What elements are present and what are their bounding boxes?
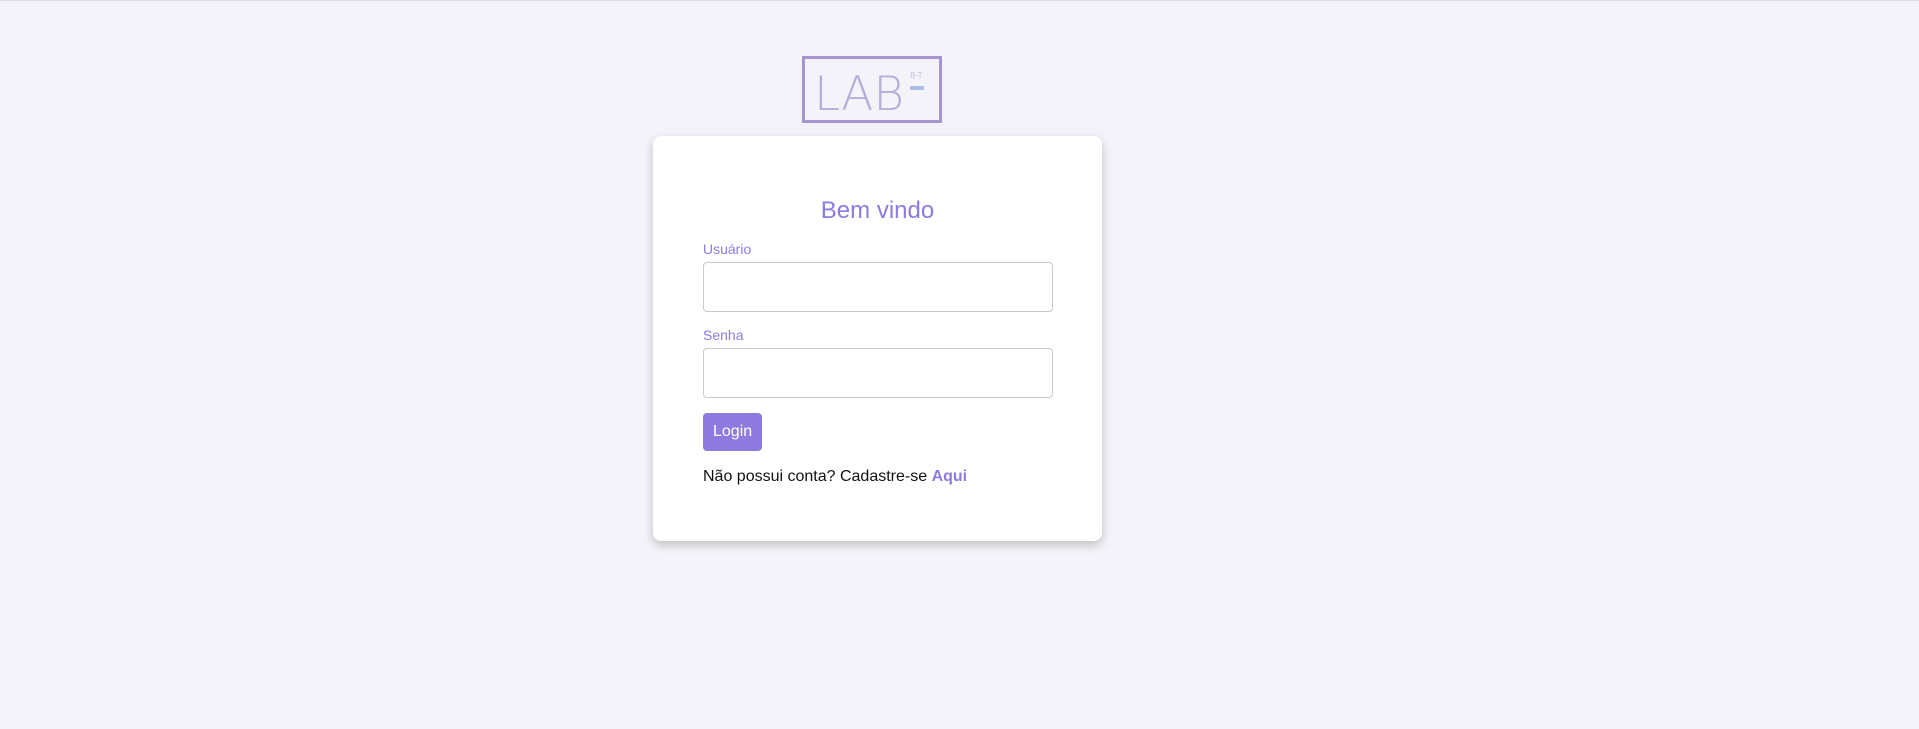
top-divider — [0, 0, 1919, 1]
lab-logo-graphic: LAB B-T — [802, 56, 942, 123]
password-label: Senha — [703, 327, 744, 343]
welcome-title: Bem vindo — [820, 197, 935, 224]
logo-superscript: B-T — [910, 71, 923, 80]
login-card: Bem vindo Usuário Senha Login Não possui… — [653, 136, 1102, 541]
signup-prompt-text: Não possui conta? Cadastre-se — [703, 468, 932, 485]
lab-logo: LAB B-T — [802, 56, 942, 123]
logo-wordmark: LAB — [814, 67, 904, 122]
signup-prompt: Não possui conta? Cadastre-se Aqui — [703, 467, 1052, 487]
password-input[interactable] — [703, 348, 1053, 398]
logo-dash — [910, 86, 924, 90]
login-button[interactable]: Login — [703, 413, 763, 451]
username-input[interactable] — [703, 262, 1053, 312]
username-label: Usuário — [703, 241, 752, 257]
signup-link[interactable]: Aqui — [932, 468, 968, 485]
